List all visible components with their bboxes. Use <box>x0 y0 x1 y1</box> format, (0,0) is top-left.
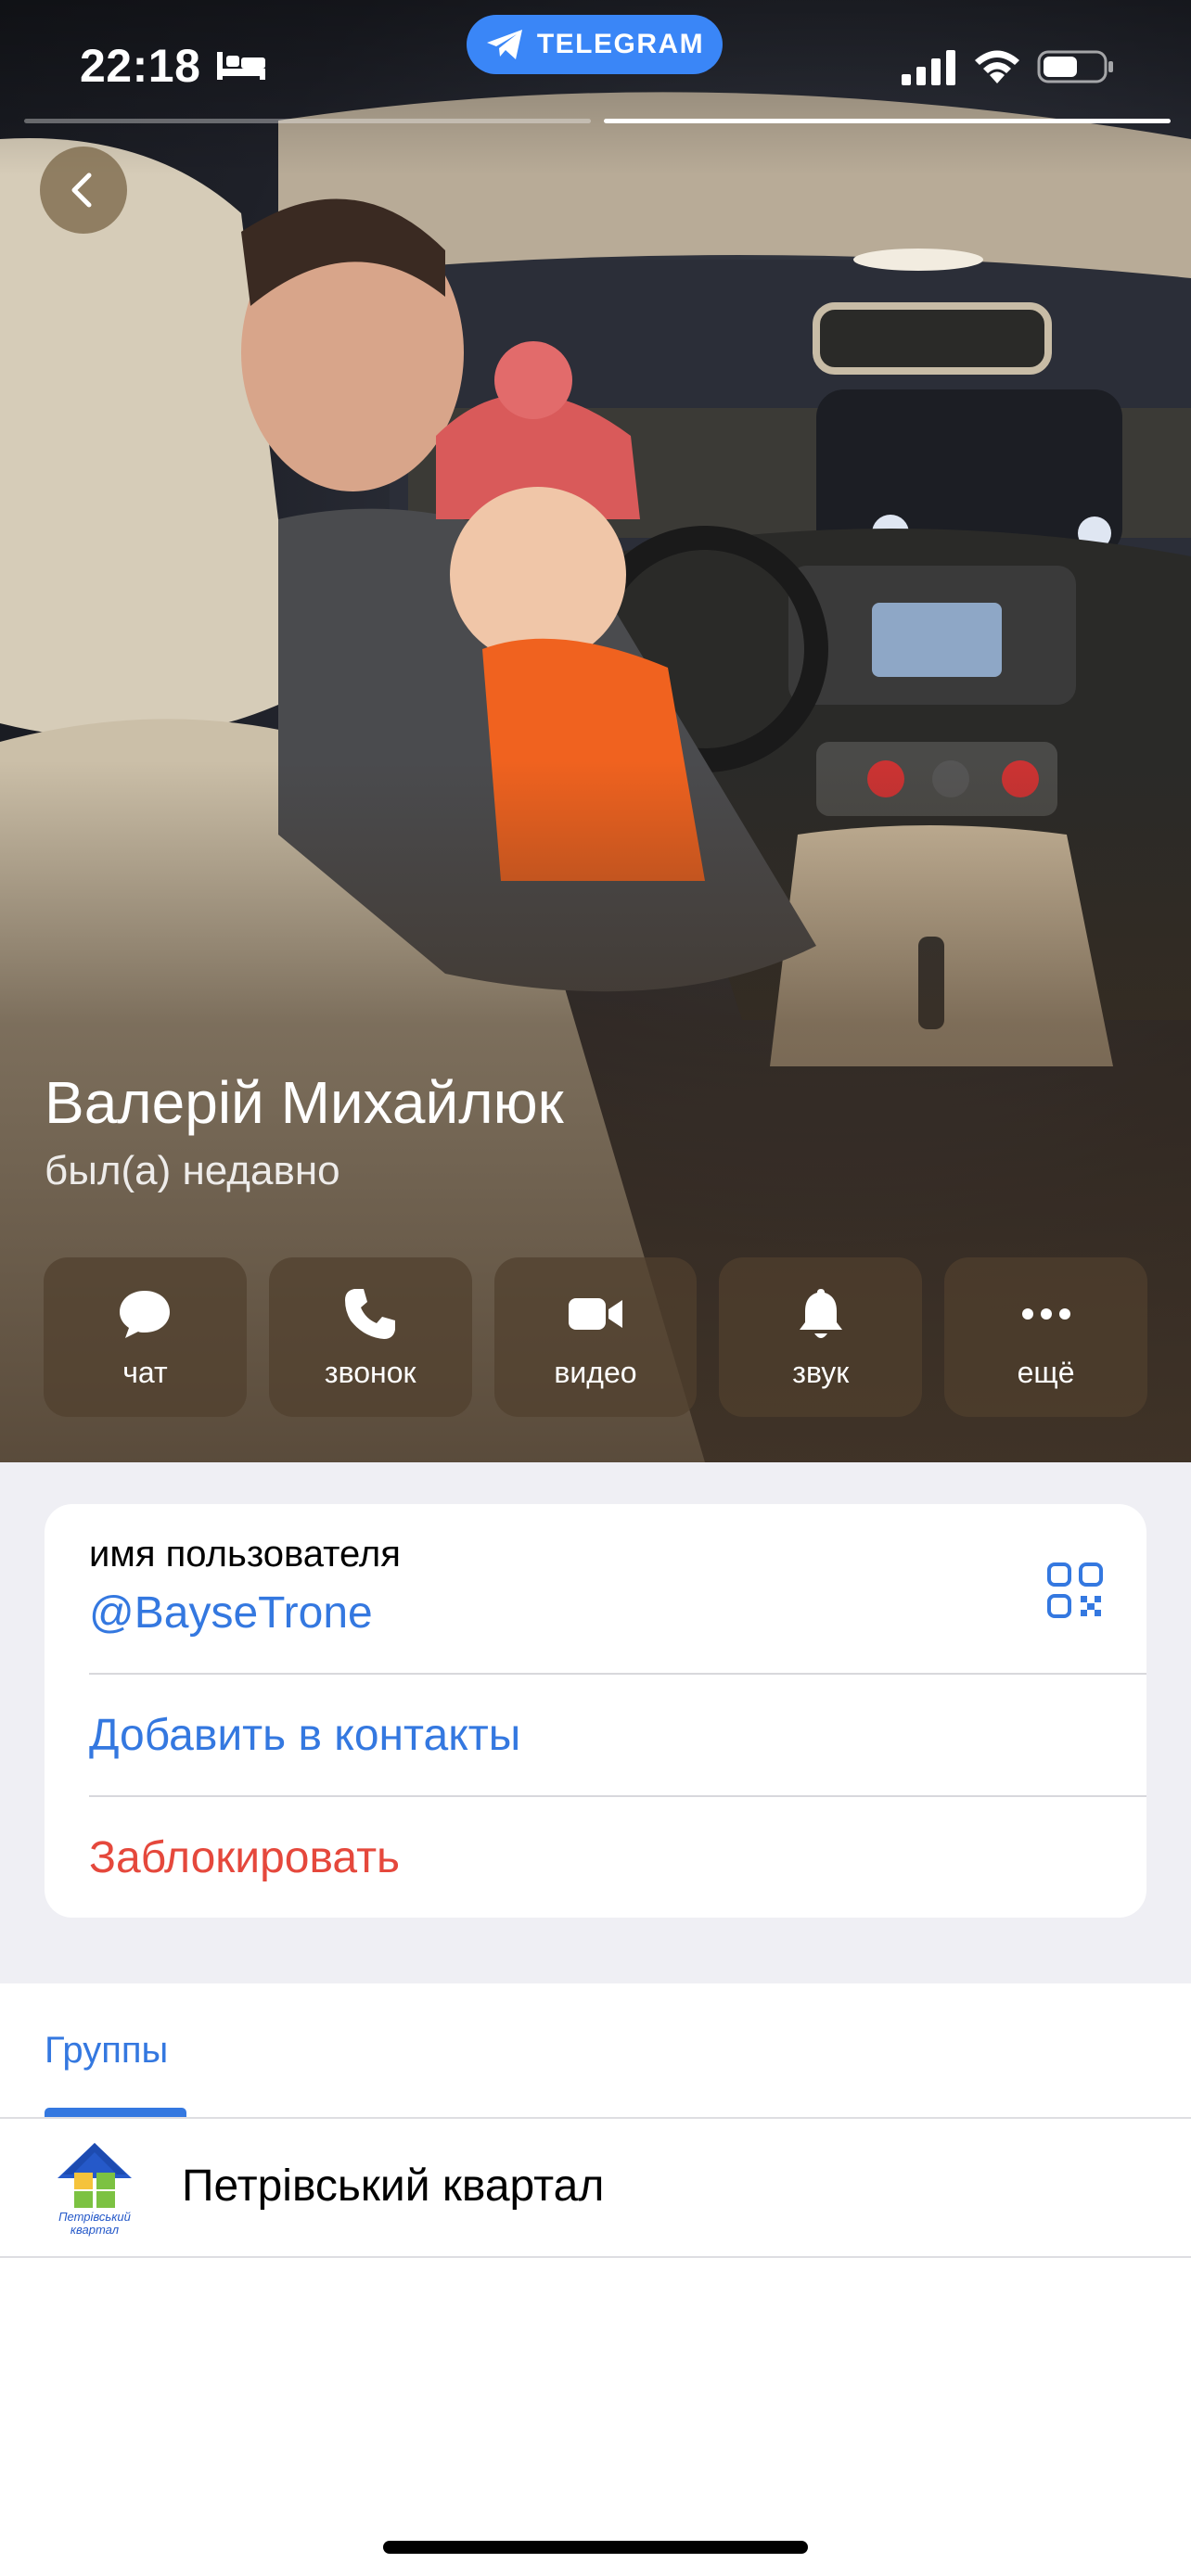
call-button-label: звонок <box>324 1355 416 1389</box>
hero-gradient-overlay <box>0 0 1191 1462</box>
phone-icon <box>345 1288 396 1339</box>
shared-media-section: Группы Петрівський квартал Петрівський к… <box>0 1983 1191 2576</box>
more-button-label: ещё <box>1017 1355 1075 1389</box>
group-name: Петрівський квартал <box>182 2162 605 2211</box>
group-list-item[interactable]: Петрівський квартал Петрівський квартал <box>0 2119 1191 2256</box>
profile-photo-header: 22:18 TELEGRAM Валерій Михайлюк был(а) н… <box>0 0 1191 1462</box>
add-contact-row[interactable]: Добавить в контакты <box>45 1675 1146 1795</box>
chat-button[interactable]: чат <box>44 1257 247 1417</box>
username-label: имя пользователя <box>89 1534 401 1575</box>
photo-progress-indicator <box>24 119 1171 124</box>
profile-name: Валерій Михайлюк <box>45 1069 564 1136</box>
telegram-return-pill[interactable]: TELEGRAM <box>467 15 723 74</box>
more-button[interactable]: ещё <box>944 1257 1147 1417</box>
block-row[interactable]: Заблокировать <box>45 1797 1146 1918</box>
status-time: 22:18 <box>80 40 201 92</box>
chat-bubble-icon <box>120 1290 171 1338</box>
group-logo: Петрівський квартал <box>45 2137 145 2238</box>
telegram-plane-icon <box>486 30 522 59</box>
photo-progress-segment-active <box>604 119 1171 123</box>
add-contact-button[interactable]: Добавить в контакты <box>89 1710 520 1761</box>
tab-groups[interactable]: Группы <box>45 2030 168 2072</box>
active-tab-indicator <box>45 2108 186 2117</box>
wifi-icon <box>975 50 1019 83</box>
telegram-pill-label: TELEGRAM <box>536 29 705 59</box>
username-value[interactable]: @BayseTrone <box>89 1588 373 1639</box>
bell-icon <box>799 1288 842 1338</box>
profile-actions: чат звонок видео звук ещё <box>44 1257 1147 1417</box>
video-button[interactable]: видео <box>493 1257 698 1417</box>
sound-button[interactable]: звук <box>719 1257 923 1417</box>
video-camera-icon <box>568 1297 622 1330</box>
battery-icon <box>1037 50 1113 83</box>
profile-info-card: имя пользователя @BayseTrone Добавить в … <box>45 1504 1146 1918</box>
list-divider <box>0 2256 1191 2258</box>
call-button[interactable]: звонок <box>268 1257 472 1417</box>
cellular-signal-icon <box>902 50 955 85</box>
profile-last-seen: был(а) недавно <box>45 1148 340 1193</box>
back-button[interactable] <box>40 147 127 234</box>
photo-progress-segment <box>24 119 591 123</box>
home-indicator[interactable] <box>383 2541 808 2554</box>
qr-code-icon[interactable] <box>1046 1562 1104 1619</box>
status-bar: 22:18 TELEGRAM <box>0 0 1191 130</box>
chat-button-label: чат <box>122 1355 168 1389</box>
sound-button-label: звук <box>792 1355 850 1389</box>
group-logo-text-line1: Петрівський <box>58 2210 131 2224</box>
sleep-focus-icon <box>217 52 265 80</box>
chevron-left-icon <box>71 172 92 208</box>
video-button-label: видео <box>554 1355 637 1389</box>
more-dots-icon <box>1021 1307 1070 1320</box>
group-logo-text-line2: квартал <box>70 2223 120 2237</box>
block-user-button[interactable]: Заблокировать <box>89 1832 400 1883</box>
username-row[interactable]: имя пользователя @BayseTrone <box>45 1504 1146 1673</box>
